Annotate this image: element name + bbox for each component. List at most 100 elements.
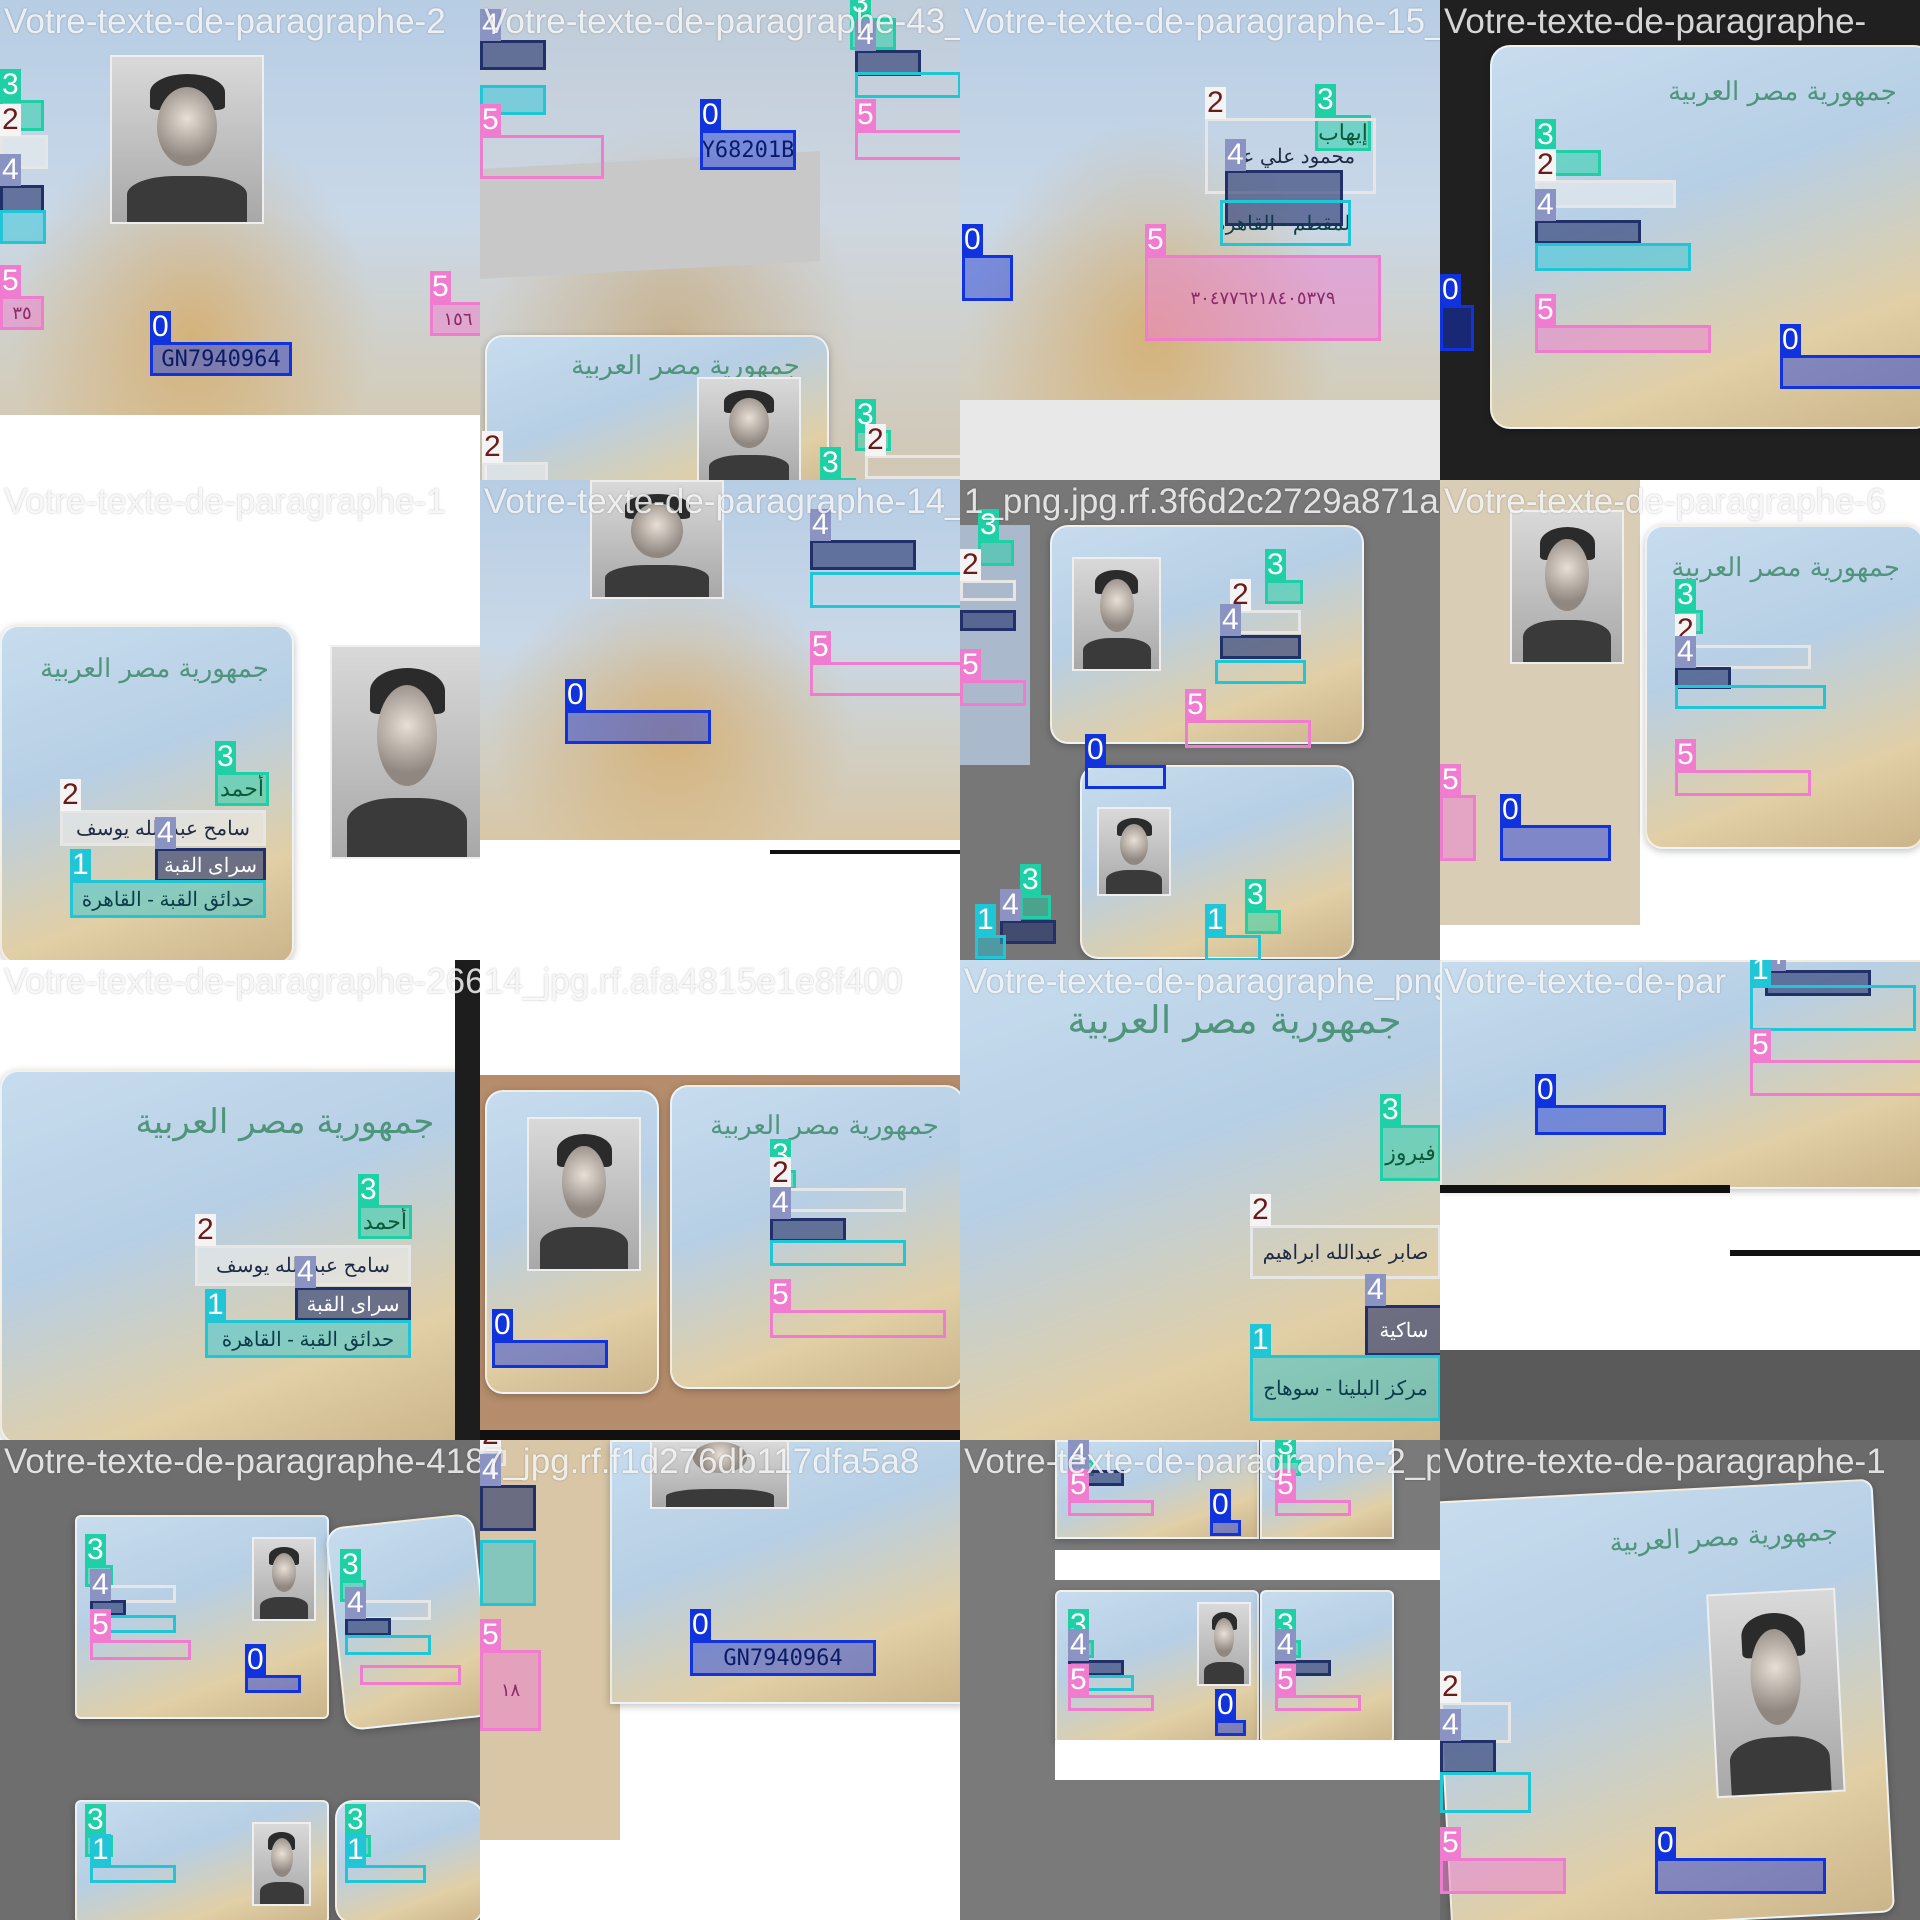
class-tag: 4 <box>770 1186 791 1219</box>
label-box-0: 0 GN7940964 <box>150 311 292 376</box>
field-text: حدائق القبة - القاهرة <box>81 888 255 911</box>
card-header: جمهورية مصر العربية <box>1671 552 1900 583</box>
tile-title: Votre-texte-de-par <box>1444 962 1727 1001</box>
label-box-1 <box>0 210 46 244</box>
class-tag: 5 <box>1675 738 1696 771</box>
portrait-photo <box>1097 807 1171 896</box>
label-box-3: 3 فيروز <box>1380 1094 1440 1181</box>
label-box-0: 0 <box>1215 1689 1246 1736</box>
label-box-5: 5 <box>90 1609 191 1660</box>
class-tag: 5 <box>90 1608 111 1641</box>
field-text: أحمد <box>220 776 264 801</box>
label-box-3: 3 <box>1265 549 1303 604</box>
class-tag: 4 <box>1440 1708 1461 1741</box>
label-box-4: 4 <box>480 1454 536 1531</box>
class-tag: 0 <box>245 1643 266 1676</box>
label-box-1 <box>770 1240 906 1266</box>
field-text: صابر عبدالله ابراهيم <box>1262 1241 1429 1264</box>
label-box-0: 0 <box>1210 1489 1241 1536</box>
card-header: جمهورية مصر العربية <box>1668 77 1897 108</box>
label-box-1 <box>1675 685 1826 709</box>
label-box-0: 0 <box>1535 1074 1666 1135</box>
label-box-1 <box>1440 1772 1531 1813</box>
label-box-4: 4 <box>480 9 546 70</box>
label-box-1: 1 حدائق القبة - القاهرة <box>70 849 266 918</box>
class-tag: 5 <box>770 1278 791 1311</box>
label-box-4: 4 <box>1440 1709 1496 1774</box>
field-text: المقطم - القاهرة <box>1223 212 1348 235</box>
mosaic-grid: Votre-texte-de-paragraphe-2 3 2 4 5 ٣٥ 5١… <box>0 0 1920 1920</box>
class-tag: 4 <box>1675 635 1696 668</box>
label-box-0: 0 <box>565 679 711 744</box>
class-tag: 0 <box>150 310 171 343</box>
label-box-0: 0 <box>492 1309 608 1368</box>
class-tag: 1 <box>205 1288 226 1321</box>
field-text: سراى القبة <box>306 1293 400 1316</box>
class-tag: 0 <box>962 223 983 256</box>
label-box-4: 4 <box>1220 604 1301 659</box>
class-tag: 2 <box>1205 86 1226 119</box>
label-box-4 <box>960 610 1016 631</box>
label-box-1 <box>1215 660 1306 684</box>
label-box-1: 1 <box>975 904 1006 959</box>
tile-title: Votre-texte-de-paragraphe-2 <box>4 2 446 41</box>
class-tag: 0 <box>1215 1688 1236 1721</box>
tile-title: 7_jpg.rf.f1d276db117dfa5a8 <box>484 1442 920 1481</box>
class-tag: 5 <box>1440 1826 1461 1859</box>
label-box-5: 5 <box>1275 1469 1351 1516</box>
tile-title: Votre-texte-de-paragraphe-14_png.rf <box>484 482 960 521</box>
tile-title: Votre-texte-de-paragraphe-6 <box>1444 482 1886 521</box>
class-tag: 3 <box>85 1533 106 1566</box>
label-box-5: 5 <box>770 1279 946 1338</box>
class-tag: 0 <box>690 1608 711 1641</box>
class-tag: 1 <box>1250 1323 1271 1356</box>
class-tag: 5 <box>1440 763 1461 796</box>
label-box-5 <box>360 1665 461 1685</box>
label-box-3: 3 <box>1245 879 1281 934</box>
class-tag: 4 <box>1535 188 1556 221</box>
class-tag: 4 <box>1220 603 1241 636</box>
tile-title: Votre-texte-de-paragraphe-2_png.rf <box>964 1442 1440 1481</box>
class-tag: 5 <box>810 630 831 663</box>
label-box-1 <box>480 1540 536 1606</box>
field-text: أحمد <box>363 1209 407 1234</box>
field-text: ١٥٦ <box>443 308 473 329</box>
label-box-1 <box>855 72 960 98</box>
label-box-5: 5 ١٨ <box>480 1619 541 1731</box>
label-box-5: 5 <box>1275 1664 1361 1711</box>
label-box-2: 2 <box>865 424 960 479</box>
class-tag: 5 <box>430 270 451 303</box>
card-header: جمهورية مصر العربية <box>1067 998 1402 1043</box>
class-tag: 2 <box>770 1156 791 1189</box>
class-tag: 0 <box>1210 1488 1231 1521</box>
class-tag: 3 <box>0 68 21 101</box>
field-text: ١٨ <box>500 1680 521 1700</box>
class-tag: 0 <box>1780 323 1801 356</box>
class-tag: 1 <box>1750 960 1771 986</box>
label-box-5: 5 <box>1185 689 1311 748</box>
tile-15: جمهورية مصر العربية Votre-texte-de-parag… <box>1440 1440 1920 1920</box>
card-header: جمهورية مصر العربية <box>40 653 269 684</box>
portrait-photo <box>1072 557 1161 671</box>
label-box-5: 5 <box>1535 294 1711 353</box>
tile-title: 14_jpg.rf.afa4815e1e8f400 <box>484 962 903 1001</box>
label-box-3: 3 <box>820 447 856 480</box>
label-box-5: 5 <box>960 649 1026 706</box>
class-tag: 4 <box>1275 1628 1296 1661</box>
field-text: 0Y68201BT <box>703 137 793 163</box>
tile-title: Votre-texte-de-paragraphe-43_png.rf <box>484 2 960 41</box>
label-box-0: 0 <box>245 1644 301 1693</box>
class-tag: 5 <box>1145 223 1166 256</box>
portrait-photo <box>1510 510 1624 664</box>
class-tag: 2 <box>1535 148 1556 181</box>
class-tag: 3 <box>1380 1093 1401 1126</box>
field-text: GN7940964 <box>161 346 281 372</box>
id-card: جمهورية مصر العربية <box>485 335 829 480</box>
label-box-4: 4 سراى القبة <box>295 1256 411 1321</box>
label-box-5: 5 <box>810 631 960 696</box>
class-tag: 0 <box>1655 1826 1676 1859</box>
label-box-2: 2 <box>1535 149 1676 208</box>
field-text: ساكية <box>1379 1320 1429 1342</box>
field-text: ٣٥ <box>12 302 32 323</box>
class-tag: 2 <box>60 778 81 811</box>
